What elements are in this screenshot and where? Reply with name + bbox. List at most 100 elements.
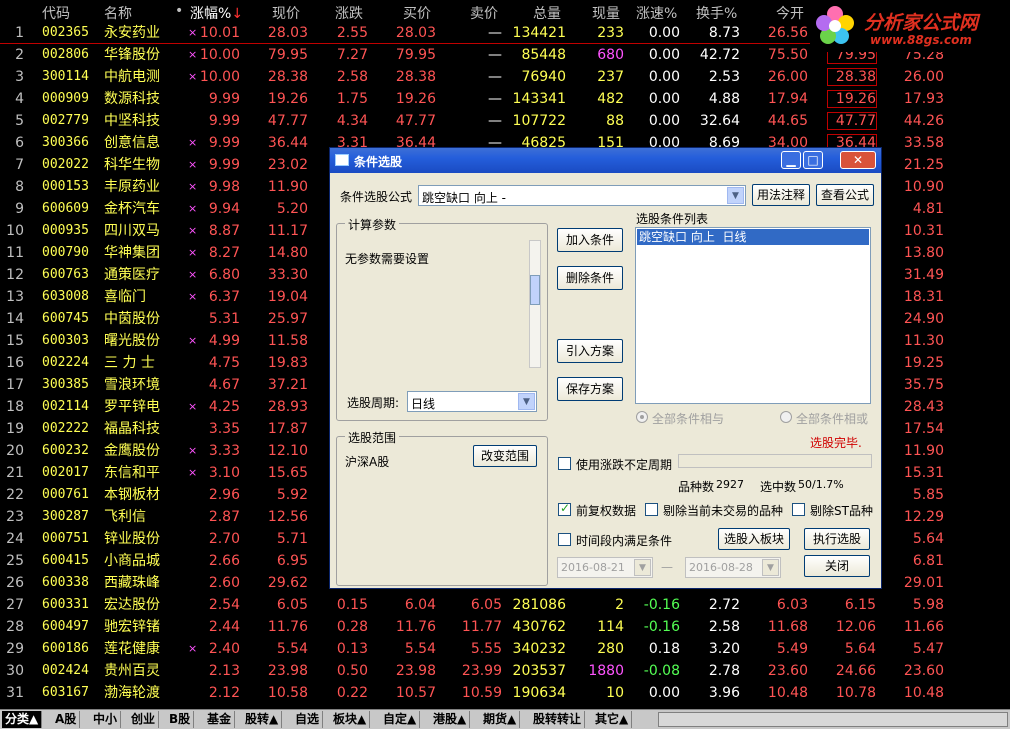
date-to-picker[interactable]: 2016-08-28 ▼ bbox=[685, 557, 781, 578]
market-tab[interactable]: 股转▲ bbox=[242, 711, 283, 728]
low-price: 24.90 bbox=[903, 311, 944, 327]
usage-notes-button[interactable]: 用法注释 bbox=[752, 184, 810, 206]
scroll-thumb[interactable] bbox=[530, 275, 540, 305]
date-from-picker[interactable]: 2016-08-21 ▼ bbox=[557, 557, 653, 578]
open-price: 5.49 bbox=[776, 641, 808, 657]
col-bid[interactable]: 买价 bbox=[403, 3, 431, 23]
dialog-titlebar[interactable]: 条件选股 ▁ □ ✕ bbox=[330, 148, 881, 173]
change-pct: 2.96 bbox=[208, 487, 240, 503]
col-price[interactable]: 现价 bbox=[272, 3, 300, 23]
last-price: 25.97 bbox=[267, 311, 308, 327]
params-scrollbar[interactable] bbox=[529, 240, 541, 368]
col-name[interactable]: 名称 bbox=[104, 3, 132, 23]
row-index: 9 bbox=[15, 201, 24, 217]
market-tab[interactable]: 自选 bbox=[292, 711, 324, 728]
table-row[interactable]: 3 300114 中航电测 × 10.00 28.38 2.58 28.38—76940 237… bbox=[0, 66, 1010, 88]
condition-screening-dialog: 条件选股 ▁ □ ✕ 条件选股公式 跳空缺口 向上 - ▼ 用法注释 查看公式 … bbox=[329, 147, 882, 589]
last-price: 11.90 bbox=[267, 179, 308, 195]
table-row[interactable]: 27 600331 宏达股份 2.54 6.05 0.15 6.04 6.05 281086 2 -… bbox=[0, 594, 1010, 616]
col-open[interactable]: 今开 bbox=[776, 3, 804, 23]
last-price: 19.83 bbox=[267, 355, 308, 371]
low-price: 31.49 bbox=[903, 267, 944, 283]
condition-list[interactable]: 跳空缺口 向上 日线 bbox=[635, 227, 871, 404]
radio-and[interactable] bbox=[636, 411, 648, 423]
radio-or[interactable] bbox=[780, 411, 792, 423]
col-flag[interactable]: • bbox=[175, 3, 183, 19]
exclude-untraded-checkbox[interactable] bbox=[645, 503, 658, 516]
save-plan-button[interactable]: 保存方案 bbox=[557, 377, 623, 401]
market-tab[interactable]: 基金 bbox=[204, 711, 236, 728]
exclude-st-checkbox[interactable] bbox=[792, 503, 805, 516]
import-plan-button[interactable]: 引入方案 bbox=[557, 339, 623, 363]
change-range-button[interactable]: 改变范围 bbox=[473, 445, 537, 467]
table-row[interactable]: 4 000909 数源科技 9.99 19.26 1.75 19.26 — 143341 482 0… bbox=[0, 88, 1010, 110]
stock-name: 罗平锌电 bbox=[104, 399, 160, 415]
market-tab[interactable]: 中小 bbox=[90, 711, 122, 728]
market-tab[interactable]: 分类▲ bbox=[2, 711, 43, 728]
add-condition-button[interactable]: 加入条件 bbox=[557, 228, 623, 252]
stock-name: 福晶科技 bbox=[104, 421, 160, 437]
bid-price: 6.04 bbox=[404, 597, 436, 613]
low-price: 23.60 bbox=[903, 663, 944, 679]
stock-name: 四川双马 bbox=[104, 223, 160, 239]
table-row[interactable]: 5 002779 中坚科技 9.99 47.77 4.34 47.77 — 107722 88 0.… bbox=[0, 110, 1010, 132]
chevron-down-icon[interactable]: ▼ bbox=[727, 187, 744, 204]
delete-condition-button[interactable]: 删除条件 bbox=[557, 266, 623, 290]
col-ask[interactable]: 卖价 bbox=[470, 3, 498, 23]
last-price: 12.56 bbox=[267, 509, 308, 525]
close-icon[interactable]: ✕ bbox=[840, 151, 876, 169]
low-price: 11.90 bbox=[903, 443, 944, 459]
low-price: 29.01 bbox=[903, 575, 944, 591]
col-speed[interactable]: 涨速% bbox=[636, 3, 677, 23]
col-pct[interactable]: 涨幅%↓ bbox=[190, 3, 243, 23]
market-tab[interactable]: 股转转让 bbox=[530, 711, 586, 728]
market-tab[interactable]: 其它▲ bbox=[592, 711, 633, 728]
horizontal-scrollbar[interactable] bbox=[658, 712, 1008, 727]
chevron-down-icon[interactable]: ▼ bbox=[762, 559, 779, 576]
execute-screening-button[interactable]: 执行选股 bbox=[804, 528, 870, 550]
table-row[interactable]: 28 600497 驰宏锌锗 2.44 11.76 0.28 11.76 11.77 43076… bbox=[0, 616, 1010, 638]
formula-select[interactable]: 跳空缺口 向上 - ▼ bbox=[418, 185, 746, 206]
col-turnover[interactable]: 换手% bbox=[696, 3, 737, 23]
radio-and-label: 全部条件相与 bbox=[652, 412, 725, 426]
condition-list-item[interactable]: 跳空缺口 向上 日线 bbox=[637, 229, 869, 245]
minimize-button[interactable]: ▁ bbox=[781, 151, 801, 169]
table-row[interactable]: 29 600186 莲花健康 × 2.40 5.54 0.13 5.54 5.55 340232 2… bbox=[0, 638, 1010, 660]
total-volume: 85448 bbox=[521, 47, 566, 63]
adjusted-data-checkbox[interactable] bbox=[558, 501, 571, 516]
row-index: 30 bbox=[6, 663, 24, 679]
col-change[interactable]: 涨跌 bbox=[335, 3, 363, 23]
use-period-checkbox[interactable] bbox=[558, 457, 571, 470]
turnover-rate: 2.78 bbox=[708, 663, 740, 679]
view-formula-button[interactable]: 查看公式 bbox=[816, 184, 874, 206]
market-tab[interactable]: 期货▲ bbox=[480, 711, 521, 728]
change-amount: 0.28 bbox=[336, 619, 368, 635]
add-to-block-button[interactable]: 选股入板块 bbox=[718, 528, 790, 550]
market-tab[interactable]: 创业 bbox=[128, 711, 160, 728]
table-row[interactable]: 31 603167 渤海轮渡 2.12 10.58 0.22 10.57 10.59 19063… bbox=[0, 682, 1010, 704]
market-tab[interactable]: 板块▲ bbox=[330, 711, 371, 728]
change-speed: 0.18 bbox=[648, 641, 680, 657]
time-range-checkbox[interactable] bbox=[558, 533, 571, 546]
close-button[interactable]: 关闭 bbox=[804, 555, 870, 577]
table-row[interactable]: 30 002424 贵州百灵 2.13 23.98 0.50 23.98 23.99 20353… bbox=[0, 660, 1010, 682]
market-tab[interactable]: 港股▲ bbox=[430, 711, 471, 728]
row-index: 16 bbox=[6, 355, 24, 371]
market-tab[interactable]: A股 bbox=[52, 711, 81, 728]
stock-name: 中坚科技 bbox=[104, 113, 160, 129]
last-price: 5.92 bbox=[276, 487, 308, 503]
market-tab[interactable]: B股 bbox=[166, 711, 195, 728]
stock-name: 莲花健康 bbox=[104, 641, 160, 657]
col-volume[interactable]: 总量 bbox=[533, 3, 561, 23]
col-current-vol[interactable]: 现量 bbox=[592, 3, 620, 23]
stock-code: 002114 bbox=[42, 399, 89, 414]
chevron-down-icon[interactable]: ▼ bbox=[518, 393, 535, 410]
change-pct: 2.70 bbox=[208, 531, 240, 547]
maximize-button[interactable]: □ bbox=[803, 151, 823, 169]
market-tab[interactable]: 自定▲ bbox=[380, 711, 421, 728]
chevron-down-icon[interactable]: ▼ bbox=[634, 559, 651, 576]
period-select[interactable]: 日线 ▼ bbox=[407, 391, 537, 412]
col-code[interactable]: 代码 bbox=[42, 3, 70, 23]
stock-name: 喜临门 bbox=[104, 289, 146, 305]
high-price: 19.26 bbox=[827, 90, 877, 108]
